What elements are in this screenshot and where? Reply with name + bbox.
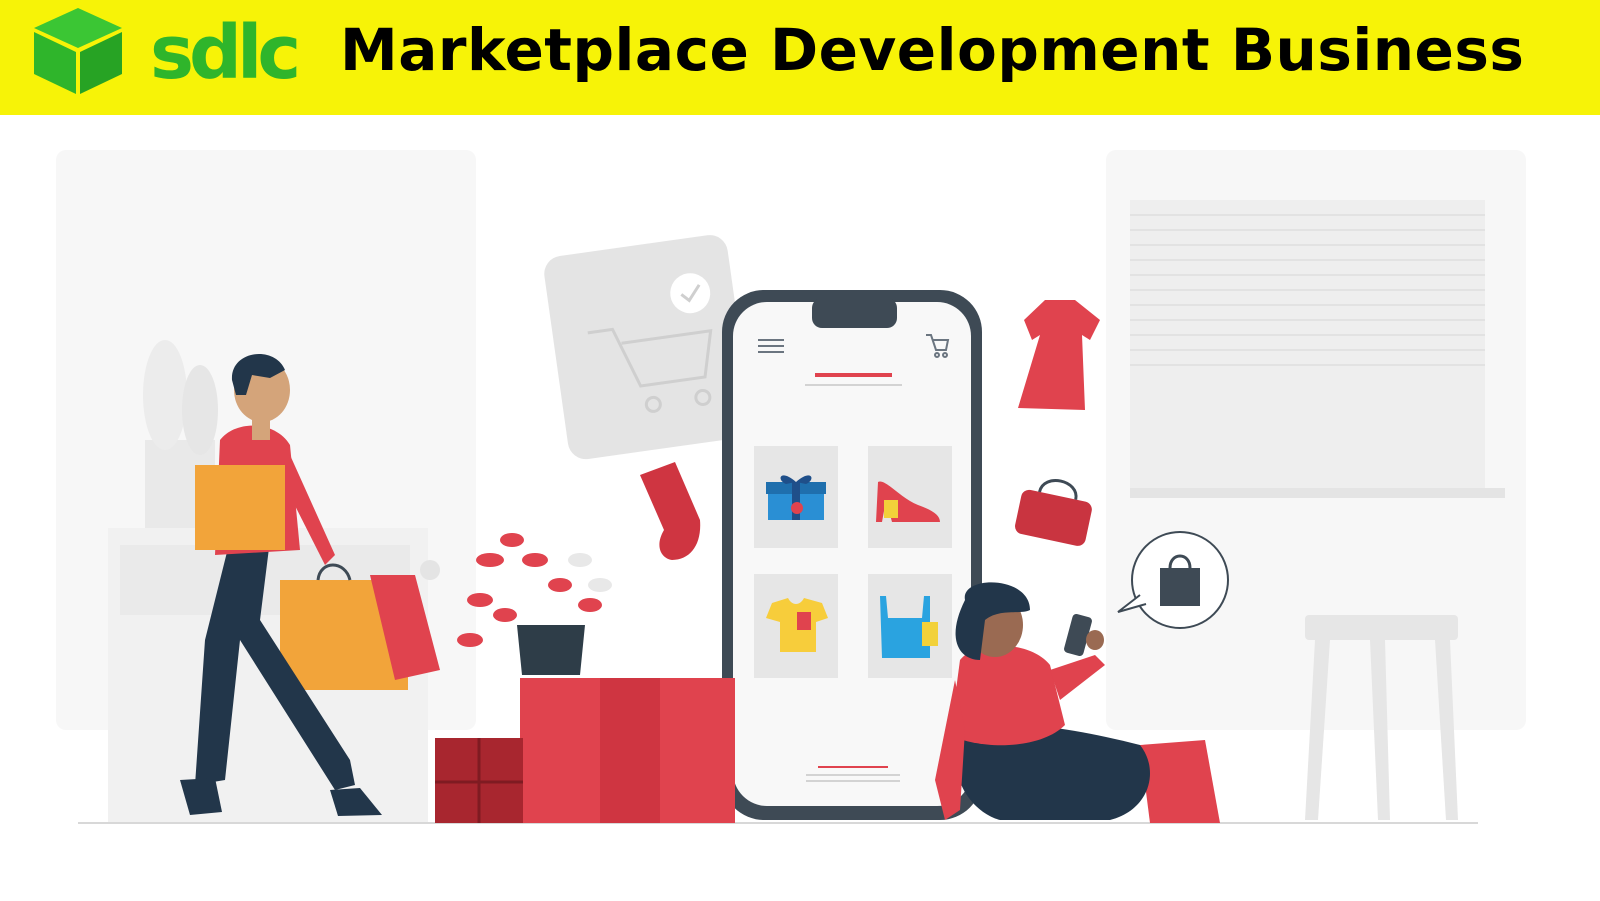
dress-icon — [1018, 300, 1100, 410]
logo-text: sdlc — [150, 10, 301, 96]
potted-plant — [457, 533, 612, 675]
floating-cart-card — [544, 235, 752, 460]
handbag-icon — [1015, 479, 1092, 546]
header-banner: sdlc Marketplace Development Business — [0, 0, 1600, 115]
brand-logo[interactable]: sdlc — [28, 6, 310, 96]
gift-icon — [766, 475, 826, 520]
marketplace-illustration — [56, 150, 1526, 824]
cube-logo-icon — [34, 8, 122, 94]
shipping-boxes — [435, 678, 735, 823]
page-title: Marketplace Development Business — [340, 16, 1525, 84]
sock-icon — [640, 462, 701, 560]
window-blinds — [1130, 200, 1505, 498]
